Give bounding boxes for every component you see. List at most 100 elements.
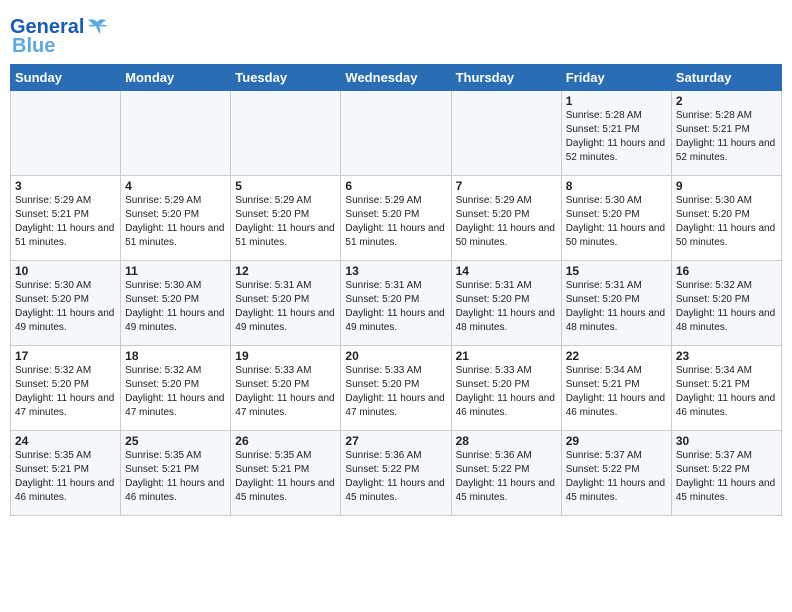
calendar-cell: 29Sunrise: 5:37 AM Sunset: 5:22 PM Dayli…	[561, 431, 671, 516]
day-info: Sunrise: 5:28 AM Sunset: 5:21 PM Dayligh…	[566, 109, 667, 165]
calendar-cell	[451, 91, 561, 176]
day-info: Sunrise: 5:29 AM Sunset: 5:20 PM Dayligh…	[456, 194, 557, 250]
day-number: 25	[125, 434, 226, 448]
calendar-cell: 1Sunrise: 5:28 AM Sunset: 5:21 PM Daylig…	[561, 91, 671, 176]
day-number: 30	[676, 434, 777, 448]
logo: General Blue	[10, 16, 108, 58]
day-info: Sunrise: 5:34 AM Sunset: 5:21 PM Dayligh…	[676, 364, 777, 420]
day-info: Sunrise: 5:33 AM Sunset: 5:20 PM Dayligh…	[456, 364, 557, 420]
day-info: Sunrise: 5:29 AM Sunset: 5:20 PM Dayligh…	[235, 194, 336, 250]
day-info: Sunrise: 5:29 AM Sunset: 5:20 PM Dayligh…	[345, 194, 446, 250]
day-number: 14	[456, 264, 557, 278]
day-number: 29	[566, 434, 667, 448]
calendar-cell: 22Sunrise: 5:34 AM Sunset: 5:21 PM Dayli…	[561, 346, 671, 431]
calendar-week-row: 1Sunrise: 5:28 AM Sunset: 5:21 PM Daylig…	[11, 91, 782, 176]
day-info: Sunrise: 5:32 AM Sunset: 5:20 PM Dayligh…	[676, 279, 777, 335]
day-number: 10	[15, 264, 116, 278]
day-number: 28	[456, 434, 557, 448]
day-info: Sunrise: 5:36 AM Sunset: 5:22 PM Dayligh…	[456, 449, 557, 505]
calendar-cell: 25Sunrise: 5:35 AM Sunset: 5:21 PM Dayli…	[121, 431, 231, 516]
day-number: 16	[676, 264, 777, 278]
calendar-cell: 6Sunrise: 5:29 AM Sunset: 5:20 PM Daylig…	[341, 176, 451, 261]
day-info: Sunrise: 5:33 AM Sunset: 5:20 PM Dayligh…	[345, 364, 446, 420]
calendar-cell: 18Sunrise: 5:32 AM Sunset: 5:20 PM Dayli…	[121, 346, 231, 431]
calendar-cell: 17Sunrise: 5:32 AM Sunset: 5:20 PM Dayli…	[11, 346, 121, 431]
day-number: 15	[566, 264, 667, 278]
day-number: 11	[125, 264, 226, 278]
calendar-week-row: 24Sunrise: 5:35 AM Sunset: 5:21 PM Dayli…	[11, 431, 782, 516]
day-info: Sunrise: 5:33 AM Sunset: 5:20 PM Dayligh…	[235, 364, 336, 420]
weekday-header-cell: Thursday	[451, 65, 561, 91]
calendar-cell	[11, 91, 121, 176]
logo-bird-icon	[86, 18, 108, 36]
day-number: 18	[125, 349, 226, 363]
day-info: Sunrise: 5:31 AM Sunset: 5:20 PM Dayligh…	[456, 279, 557, 335]
day-info: Sunrise: 5:29 AM Sunset: 5:20 PM Dayligh…	[125, 194, 226, 250]
calendar-cell: 19Sunrise: 5:33 AM Sunset: 5:20 PM Dayli…	[231, 346, 341, 431]
calendar-cell: 9Sunrise: 5:30 AM Sunset: 5:20 PM Daylig…	[671, 176, 781, 261]
calendar-cell: 11Sunrise: 5:30 AM Sunset: 5:20 PM Dayli…	[121, 261, 231, 346]
day-info: Sunrise: 5:37 AM Sunset: 5:22 PM Dayligh…	[676, 449, 777, 505]
calendar-cell: 10Sunrise: 5:30 AM Sunset: 5:20 PM Dayli…	[11, 261, 121, 346]
weekday-header-row: SundayMondayTuesdayWednesdayThursdayFrid…	[11, 65, 782, 91]
day-number: 4	[125, 179, 226, 193]
weekday-header-cell: Tuesday	[231, 65, 341, 91]
calendar-cell: 30Sunrise: 5:37 AM Sunset: 5:22 PM Dayli…	[671, 431, 781, 516]
day-number: 3	[15, 179, 116, 193]
calendar-week-row: 3Sunrise: 5:29 AM Sunset: 5:21 PM Daylig…	[11, 176, 782, 261]
calendar-cell: 8Sunrise: 5:30 AM Sunset: 5:20 PM Daylig…	[561, 176, 671, 261]
day-number: 6	[345, 179, 446, 193]
day-info: Sunrise: 5:36 AM Sunset: 5:22 PM Dayligh…	[345, 449, 446, 505]
day-number: 17	[15, 349, 116, 363]
day-info: Sunrise: 5:30 AM Sunset: 5:20 PM Dayligh…	[566, 194, 667, 250]
day-info: Sunrise: 5:29 AM Sunset: 5:21 PM Dayligh…	[15, 194, 116, 250]
day-info: Sunrise: 5:34 AM Sunset: 5:21 PM Dayligh…	[566, 364, 667, 420]
day-info: Sunrise: 5:31 AM Sunset: 5:20 PM Dayligh…	[235, 279, 336, 335]
day-number: 7	[456, 179, 557, 193]
day-info: Sunrise: 5:31 AM Sunset: 5:20 PM Dayligh…	[566, 279, 667, 335]
calendar-cell	[121, 91, 231, 176]
calendar-cell: 7Sunrise: 5:29 AM Sunset: 5:20 PM Daylig…	[451, 176, 561, 261]
calendar-cell: 28Sunrise: 5:36 AM Sunset: 5:22 PM Dayli…	[451, 431, 561, 516]
day-number: 23	[676, 349, 777, 363]
calendar-cell: 24Sunrise: 5:35 AM Sunset: 5:21 PM Dayli…	[11, 431, 121, 516]
calendar-cell	[231, 91, 341, 176]
calendar-week-row: 10Sunrise: 5:30 AM Sunset: 5:20 PM Dayli…	[11, 261, 782, 346]
weekday-header-cell: Friday	[561, 65, 671, 91]
day-info: Sunrise: 5:32 AM Sunset: 5:20 PM Dayligh…	[125, 364, 226, 420]
day-number: 2	[676, 94, 777, 108]
day-info: Sunrise: 5:32 AM Sunset: 5:20 PM Dayligh…	[15, 364, 116, 420]
calendar-cell: 2Sunrise: 5:28 AM Sunset: 5:21 PM Daylig…	[671, 91, 781, 176]
day-number: 13	[345, 264, 446, 278]
day-number: 20	[345, 349, 446, 363]
day-number: 26	[235, 434, 336, 448]
day-info: Sunrise: 5:28 AM Sunset: 5:21 PM Dayligh…	[676, 109, 777, 165]
calendar-cell: 21Sunrise: 5:33 AM Sunset: 5:20 PM Dayli…	[451, 346, 561, 431]
calendar-cell: 5Sunrise: 5:29 AM Sunset: 5:20 PM Daylig…	[231, 176, 341, 261]
day-number: 27	[345, 434, 446, 448]
calendar-week-row: 17Sunrise: 5:32 AM Sunset: 5:20 PM Dayli…	[11, 346, 782, 431]
calendar-cell: 12Sunrise: 5:31 AM Sunset: 5:20 PM Dayli…	[231, 261, 341, 346]
day-info: Sunrise: 5:35 AM Sunset: 5:21 PM Dayligh…	[235, 449, 336, 505]
day-info: Sunrise: 5:37 AM Sunset: 5:22 PM Dayligh…	[566, 449, 667, 505]
calendar-cell: 26Sunrise: 5:35 AM Sunset: 5:21 PM Dayli…	[231, 431, 341, 516]
weekday-header-cell: Saturday	[671, 65, 781, 91]
day-number: 19	[235, 349, 336, 363]
calendar-cell	[341, 91, 451, 176]
calendar-table: SundayMondayTuesdayWednesdayThursdayFrid…	[10, 64, 782, 516]
calendar-cell: 27Sunrise: 5:36 AM Sunset: 5:22 PM Dayli…	[341, 431, 451, 516]
calendar-cell: 15Sunrise: 5:31 AM Sunset: 5:20 PM Dayli…	[561, 261, 671, 346]
calendar-cell: 13Sunrise: 5:31 AM Sunset: 5:20 PM Dayli…	[341, 261, 451, 346]
calendar-cell: 3Sunrise: 5:29 AM Sunset: 5:21 PM Daylig…	[11, 176, 121, 261]
day-number: 22	[566, 349, 667, 363]
calendar-cell: 16Sunrise: 5:32 AM Sunset: 5:20 PM Dayli…	[671, 261, 781, 346]
weekday-header-cell: Sunday	[11, 65, 121, 91]
calendar-cell: 14Sunrise: 5:31 AM Sunset: 5:20 PM Dayli…	[451, 261, 561, 346]
day-info: Sunrise: 5:31 AM Sunset: 5:20 PM Dayligh…	[345, 279, 446, 335]
weekday-header-cell: Monday	[121, 65, 231, 91]
weekday-header-cell: Wednesday	[341, 65, 451, 91]
calendar-cell: 4Sunrise: 5:29 AM Sunset: 5:20 PM Daylig…	[121, 176, 231, 261]
logo-blue: Blue	[12, 35, 55, 58]
day-info: Sunrise: 5:30 AM Sunset: 5:20 PM Dayligh…	[15, 279, 116, 335]
day-number: 5	[235, 179, 336, 193]
